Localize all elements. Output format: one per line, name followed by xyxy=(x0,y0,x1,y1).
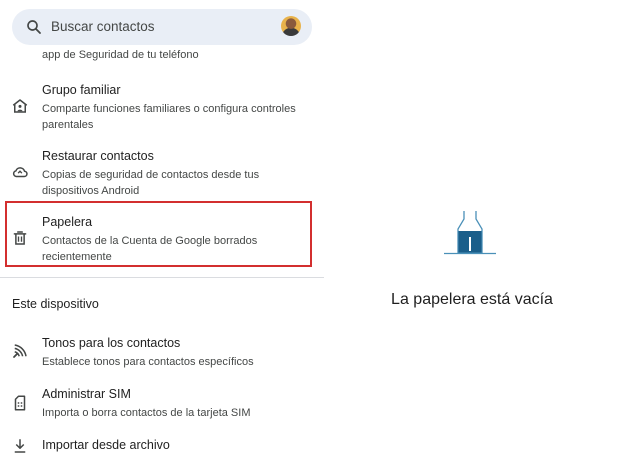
ringtone-icon xyxy=(13,344,27,358)
list-item-description: Copias de seguridad de contactos desde t… xyxy=(42,169,260,197)
list-item-description: Establece tonos para contactos específic… xyxy=(42,356,254,368)
settings-list-panel: Buscar contactos app de Seguridad de tu … xyxy=(0,0,324,465)
search-input[interactable]: Buscar contactos xyxy=(51,19,155,34)
selected-item-highlight xyxy=(5,201,312,267)
list-item-import-from-file[interactable]: Importar desde archivo xyxy=(0,438,324,462)
list-item-description: Comparte funciones familiares o configur… xyxy=(42,103,296,131)
list-item-title: Administrar SIM xyxy=(42,387,131,401)
list-item-description: app de Seguridad de tu teléfono xyxy=(42,49,199,61)
section-divider xyxy=(0,277,324,278)
list-item-title: Importar desde archivo xyxy=(42,438,170,452)
search-bar[interactable]: Buscar contactos xyxy=(12,9,312,45)
empty-trash-message: La papelera está vacía xyxy=(391,291,553,308)
list-item-title: Grupo familiar xyxy=(42,83,121,97)
family-home-icon xyxy=(12,99,28,113)
section-title-this-device: Este dispositivo xyxy=(12,297,99,311)
list-item-restore-contacts[interactable]: Restaurar contactos Copias de seguridad … xyxy=(0,149,324,197)
account-avatar[interactable] xyxy=(281,16,301,36)
download-icon xyxy=(14,439,26,453)
empty-trash-illustration xyxy=(444,211,496,255)
trash-panel: La papelera está vacía xyxy=(324,0,620,465)
sim-card-icon xyxy=(14,395,26,411)
list-item-title: Tonos para los contactos xyxy=(42,336,181,350)
list-item-description: Importa o borra contactos de la tarjeta … xyxy=(42,407,251,419)
list-item-contact-ringtones[interactable]: Tonos para los contactos Establece tonos… xyxy=(0,336,324,372)
list-item-title: Restaurar contactos xyxy=(42,149,154,163)
contacts-app: Buscar contactos app de Seguridad de tu … xyxy=(0,0,620,465)
search-icon xyxy=(27,20,41,34)
list-item-family-group[interactable]: Grupo familiar Comparte funciones famili… xyxy=(0,83,324,131)
cloud-restore-icon xyxy=(12,167,28,178)
list-item-manage-sim[interactable]: Administrar SIM Importa o borra contacto… xyxy=(0,387,324,423)
